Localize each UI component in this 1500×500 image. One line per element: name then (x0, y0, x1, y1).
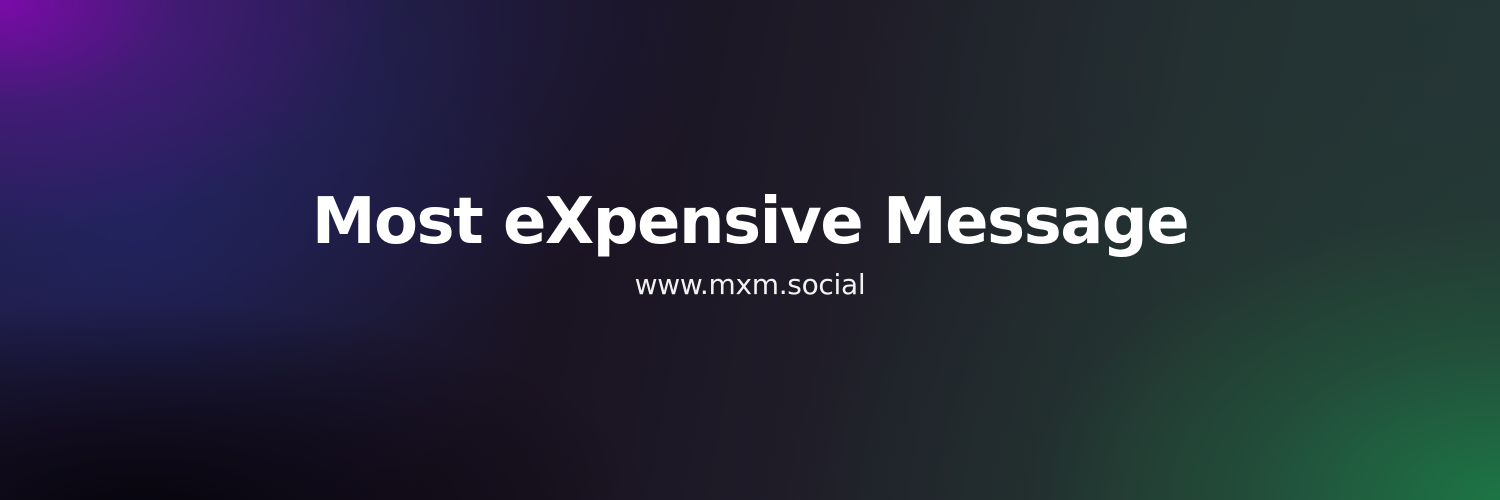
banner-content: Most eXpensive Message www.mxm.social (0, 0, 1500, 500)
banner: Most eXpensive Message www.mxm.social (0, 0, 1500, 500)
banner-title: Most eXpensive Message (311, 185, 1190, 259)
website-url: www.mxm.social (634, 268, 866, 301)
